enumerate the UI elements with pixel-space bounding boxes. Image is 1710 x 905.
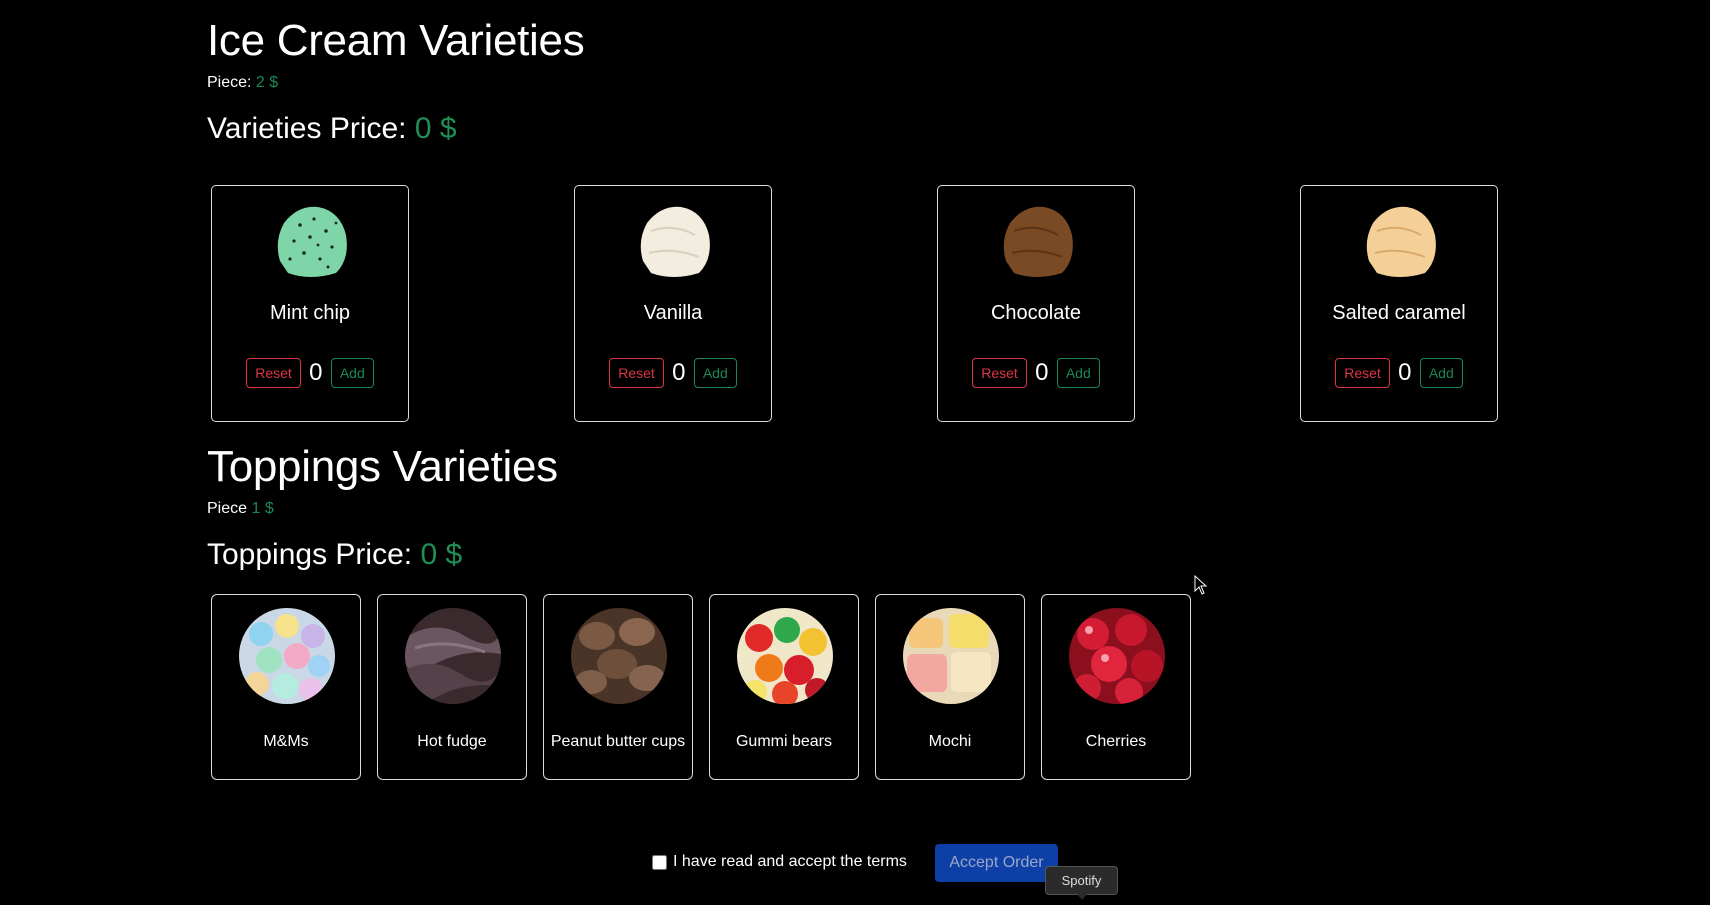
reset-button[interactable]: Reset [609,358,664,388]
terms-checkbox[interactable] [652,854,667,870]
topping-name: Gummi bears [735,733,833,750]
terms-agreement[interactable]: I have read and accept the terms [652,853,907,871]
topping-name: Mochi [928,733,972,750]
topping-name: Peanut butter cups [550,733,686,750]
chocolate-scoop-image [1003,206,1073,277]
topping-card-peanut-butter-cups[interactable]: Peanut butter cups [543,594,693,780]
varieties-price: Varieties Price: 0 $ [207,112,457,146]
reset-button[interactable]: Reset [1335,358,1390,388]
quantity-count: 0 [309,359,323,386]
add-button[interactable]: Add [330,358,374,388]
terms-label: I have read and accept the terms [673,853,907,870]
quantity-controls: Reset 0 Add [212,358,408,388]
vanilla-scoop-image [640,206,710,277]
hot-fudge-image [405,608,501,704]
varieties-price-value: 0 $ [414,112,457,145]
add-button[interactable]: Add [1056,358,1100,388]
ice-cream-card-vanilla: Vanilla Reset 0 Add [574,185,772,422]
toppings-price: Toppings Price: 0 $ [207,538,462,572]
piece-price-value: 1 $ [251,500,274,517]
topping-card-mochi[interactable]: Mochi [875,594,1025,780]
add-button[interactable]: Add [1419,358,1463,388]
mms-image [239,608,335,704]
ice-cream-name: Salted caramel [1332,302,1466,324]
topping-card-cherries[interactable]: Cherries [1041,594,1191,780]
ice-cream-name: Chocolate [990,302,1082,324]
add-button[interactable]: Add [693,358,737,388]
piece-label: Piece [207,500,248,517]
topping-name: Cherries [1085,733,1147,750]
ice-cream-card-mint-chip: Mint chip Reset 0 Add [211,185,409,422]
mouse-cursor-icon [1194,575,1208,595]
peanut-butter-cups-image [571,608,667,704]
quantity-controls: Reset 0 Add [575,358,771,388]
salted-caramel-scoop-image [1366,206,1436,277]
toppings-price-label: Toppings Price: [207,538,413,571]
ice-cream-card-salted-caramel: Salted caramel Reset 0 Add [1300,185,1498,422]
quantity-count: 0 [672,359,686,386]
topping-card-hot-fudge[interactable]: Hot fudge [377,594,527,780]
ice-cream-piece-price: Piece: 2 $ [207,74,278,92]
ice-cream-name: Vanilla [643,302,703,324]
toppings-piece-price: Piece 1 $ [207,500,274,518]
quantity-count: 0 [1035,359,1049,386]
varieties-price-label: Varieties Price: [207,112,407,145]
topping-card-mms[interactable]: M&Ms [211,594,361,780]
quantity-controls: Reset 0 Add [1301,358,1497,388]
spotify-tooltip: Spotify [1045,866,1118,900]
mint-chip-scoop-image [277,206,347,277]
mochi-image [903,608,999,704]
piece-price-value: 2 $ [255,74,279,91]
ice-cream-name: Mint chip [269,302,351,324]
quantity-count: 0 [1398,359,1412,386]
cherries-image [1069,608,1165,704]
gummi-bears-image [737,608,833,704]
ice-cream-title: Ice Cream Varieties [207,16,585,65]
topping-name: Hot fudge [417,733,487,750]
quantity-controls: Reset 0 Add [938,358,1134,388]
topping-card-gummi-bears[interactable]: Gummi bears [709,594,859,780]
reset-button[interactable]: Reset [246,358,301,388]
toppings-title: Toppings Varieties [207,442,558,491]
reset-button[interactable]: Reset [972,358,1027,388]
accept-order-button[interactable]: Accept Order [935,844,1058,882]
topping-name: M&Ms [263,733,309,750]
ice-cream-card-chocolate: Chocolate Reset 0 Add [937,185,1135,422]
toppings-price-value: 0 $ [420,538,463,571]
piece-label: Piece: [207,74,252,91]
